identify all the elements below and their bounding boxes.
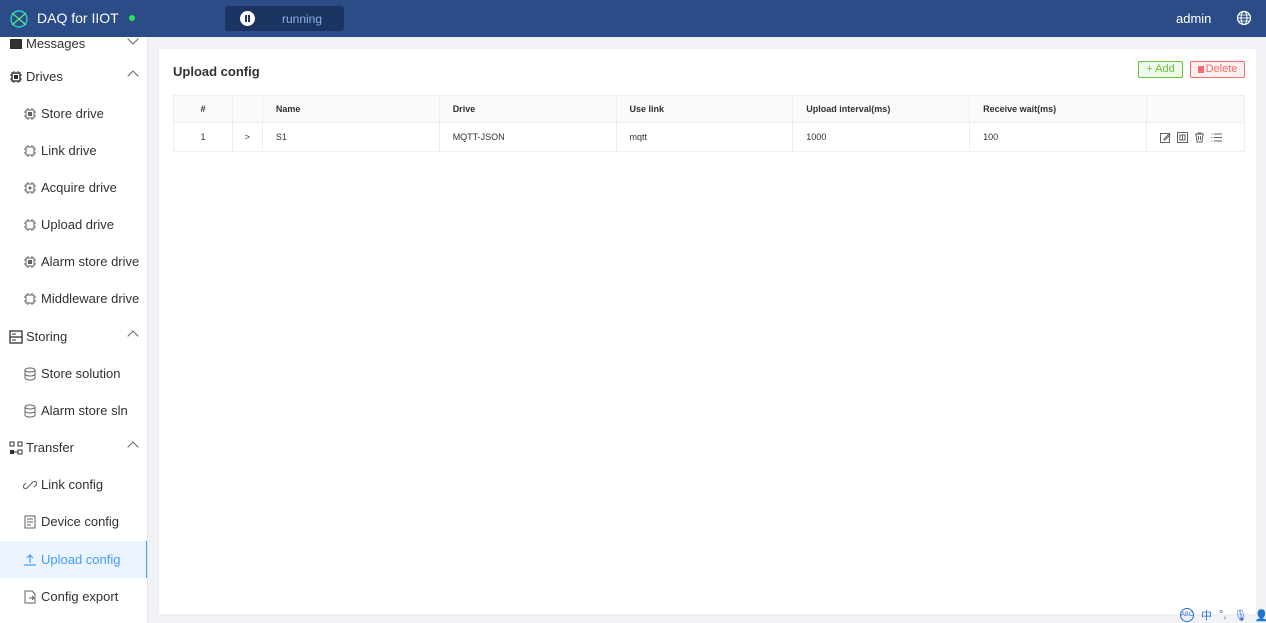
sidebar-item-acquire-drive[interactable]: Acquire drive — [0, 169, 147, 206]
cpu-icon — [24, 292, 36, 305]
table-row[interactable]: 1 > S1 MQTT-JSON mqtt 1000 100 — [173, 122, 1246, 152]
column-header-use-link[interactable]: Use link — [615, 95, 794, 123]
sidebar-item-store-solution[interactable]: Store solution — [0, 355, 147, 392]
sidebar-item-label: Link config — [41, 477, 104, 492]
run-control[interactable]: running — [225, 6, 344, 31]
cpu-icon — [24, 144, 36, 157]
transfer-icon — [9, 441, 23, 454]
sidebar-item-upload-config[interactable]: Upload config — [0, 541, 147, 578]
cpu-icon — [24, 218, 36, 231]
sidebar-item-label: Config export — [41, 589, 119, 604]
sidebar-item-device-config[interactable]: Device config — [0, 503, 147, 540]
sidebar: Messages Drives Store drive Link drive A… — [0, 37, 148, 623]
ime-icon[interactable]: ABC — [1180, 608, 1194, 622]
column-header-index: # — [173, 95, 233, 123]
sidebar-item-label: Store drive — [41, 106, 104, 121]
sidebar-item-label: Middleware drive — [41, 291, 140, 306]
sidebar-group-drives[interactable]: Drives — [0, 58, 147, 95]
top-header: DAQ for IIOT running admin — [0, 0, 1266, 37]
sidebar-item-upload-drive[interactable]: Upload drive — [0, 206, 147, 243]
page-title: Upload config — [173, 64, 260, 79]
sidebar-item-label: Upload drive — [41, 217, 114, 232]
sidebar-item-alarm-store-drive[interactable]: Alarm store drive — [0, 243, 147, 280]
sidebar-item-link-config[interactable]: Link config — [0, 466, 147, 503]
sidebar-item-alarm-store-sln[interactable]: Alarm store sln — [0, 392, 147, 429]
cell-receive-wait: 100 — [969, 122, 1147, 152]
table-header-row: # Name Drive Use link Upload interval(ms… — [173, 95, 1246, 123]
sidebar-group-storing[interactable]: Storing — [0, 318, 147, 355]
punctuation-icon[interactable]: °, — [1219, 609, 1226, 621]
logo-icon — [10, 10, 28, 28]
list-icon[interactable] — [1211, 132, 1222, 143]
sidebar-item-config-export[interactable]: Config export — [0, 578, 147, 615]
sidebar-item-store-drive[interactable]: Store drive — [0, 95, 147, 132]
sidebar-group-label: Storing — [26, 329, 68, 344]
cpu-icon — [24, 181, 36, 194]
delete-icon[interactable] — [1194, 132, 1205, 143]
sidebar-item-label: Alarm store sln — [41, 403, 128, 418]
cell-actions — [1145, 122, 1246, 152]
sidebar-group-label: Messages — [26, 37, 86, 51]
pause-icon[interactable] — [240, 11, 255, 26]
sidebar-item-label: Acquire drive — [41, 180, 117, 195]
run-status-label: running — [282, 12, 323, 26]
cell-upload-interval: 1000 — [792, 122, 971, 152]
sidebar-item-label: Link drive — [41, 143, 97, 158]
database-icon — [24, 404, 36, 418]
document-list-icon — [24, 515, 36, 528]
upload-config-table: # Name Drive Use link Upload interval(ms… — [173, 95, 1246, 152]
ime-language-indicator[interactable]: 中 — [1201, 607, 1212, 623]
export-document-icon — [24, 590, 36, 603]
expand-row-chevron-icon[interactable]: > — [231, 122, 263, 152]
sidebar-group-label: Transfer — [26, 440, 74, 455]
sidebar-item-label: Device config — [41, 514, 120, 529]
column-header-receive-wait[interactable]: Receive wait(ms) — [969, 95, 1147, 123]
user-icon[interactable]: 👤 — [1254, 609, 1266, 622]
column-header-expand — [231, 95, 263, 123]
column-header-drive[interactable]: Drive — [438, 95, 617, 123]
column-header-upload-interval[interactable]: Upload interval(ms) — [792, 95, 971, 123]
delete-label: Delete — [1205, 63, 1238, 75]
sidebar-item-middleware-drive[interactable]: Middleware drive — [0, 280, 147, 317]
database-icon — [24, 367, 36, 381]
sidebar-item-label: Upload config — [41, 552, 121, 567]
link-icon — [23, 480, 37, 489]
status-indicator — [129, 15, 135, 21]
cell-name: S1 — [261, 122, 440, 152]
upload-config-panel: Upload config + Add Delete # Name Drive … — [158, 48, 1257, 615]
column-header-actions — [1145, 95, 1246, 123]
copy-icon[interactable] — [1176, 131, 1188, 143]
trash-icon — [1197, 66, 1204, 73]
cell-use-link: mqtt — [615, 122, 794, 152]
cpu-icon — [24, 107, 36, 120]
chevron-up-icon — [127, 441, 139, 453]
language-globe-icon[interactable] — [1236, 10, 1252, 26]
storage-icon — [9, 329, 23, 344]
upload-icon — [24, 553, 36, 566]
cell-drive: MQTT-JSON — [438, 122, 617, 152]
app-title: DAQ for IIOT — [37, 10, 119, 26]
sidebar-item-label: Alarm store drive — [41, 254, 140, 269]
edit-icon[interactable] — [1159, 132, 1171, 143]
chevron-up-icon — [127, 70, 139, 82]
chevron-down-icon — [127, 37, 139, 45]
chip-icon — [10, 70, 22, 83]
sidebar-item-link-drive[interactable]: Link drive — [0, 132, 147, 169]
microphone-icon[interactable]: 🎙 — [1233, 609, 1247, 622]
delete-button[interactable]: Delete — [1190, 61, 1245, 78]
sidebar-item-label: Store solution — [41, 366, 121, 381]
cell-index: 1 — [173, 122, 233, 152]
sidebar-group-transfer[interactable]: Transfer — [0, 429, 147, 466]
add-button[interactable]: + Add — [1138, 61, 1183, 78]
sidebar-group-label: Drives — [26, 69, 63, 84]
column-header-name[interactable]: Name — [261, 95, 440, 123]
system-tray: ABC 中 °, 🎙 👤 — [1180, 607, 1266, 623]
message-icon — [10, 38, 22, 49]
user-menu[interactable]: admin — [1176, 11, 1211, 26]
chevron-up-icon — [127, 330, 139, 342]
cpu-icon — [24, 255, 36, 268]
